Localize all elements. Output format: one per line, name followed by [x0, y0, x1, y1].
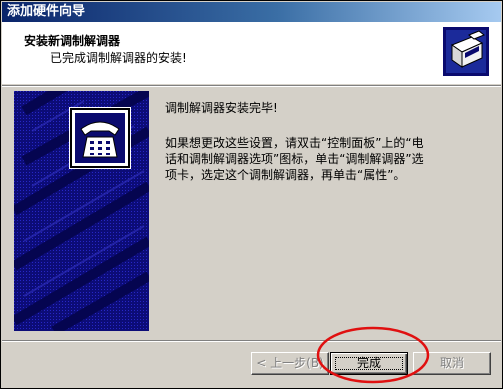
- instructions-text: 如果想更改这些设置，请双击“控制面板”上的“电话和调制解调器选项”图标，单击“调…: [165, 136, 424, 182]
- telephone-icon: [70, 108, 130, 168]
- header-subtitle: 已完成调制解调器的安装!: [50, 51, 187, 65]
- title-bar[interactable]: 添加硬件向导: [2, 2, 501, 22]
- wizard-header: 安装新调制解调器 已完成调制解调器的安装!: [2, 22, 501, 84]
- wizard-content: [14, 91, 494, 336]
- header-separator: [2, 85, 501, 87]
- telephone-modem-icon: [69, 107, 131, 169]
- header-title: 安装新调制解调器: [24, 34, 121, 48]
- red-circle-annotation: [316, 326, 430, 384]
- window-title: 添加硬件向导: [7, 4, 86, 19]
- hardware-wizard-icon: [443, 27, 489, 76]
- add-hardware-wizard-window: 添加硬件向导 安装新调制解调器 已完成调制解调器的安装! 调制解调器安装完毕! …: [0, 0, 503, 389]
- completion-message: 调制解调器安装完毕!: [165, 101, 278, 115]
